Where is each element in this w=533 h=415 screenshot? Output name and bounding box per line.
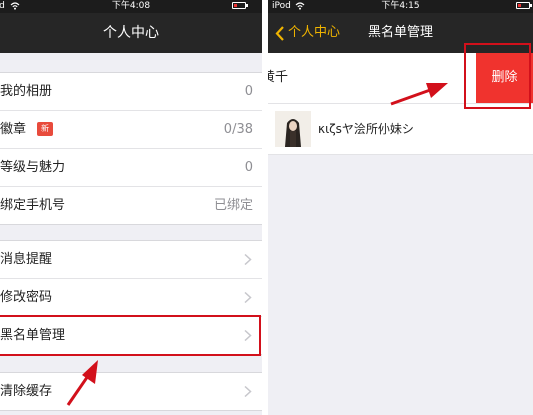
row-clear-cache[interactable]: 清除缓存 — [0, 373, 262, 410]
row-my-album[interactable]: 我的相册 0 — [0, 73, 262, 111]
row-level-charm[interactable]: 等级与魅力 0 — [0, 149, 262, 187]
row-bind-phone[interactable]: 绑定手机号 已绑定 — [0, 187, 262, 224]
profile-group: 我的相册 0 徽章 新 0/38 等级与魅力 0 绑定手机号 已绑定 — [0, 72, 262, 225]
row-label: 清除缓存 — [0, 384, 53, 399]
back-button[interactable]: 个人中心 — [288, 13, 340, 53]
chevron-right-icon — [244, 292, 252, 303]
row-label: 徽章 — [0, 122, 27, 137]
battery-icon — [232, 2, 248, 9]
personal-center-screen: iPod 下午4:08 个人中心 我的相册 0 徽章 新 0/38 等级与魅力 … — [0, 0, 262, 415]
red-arrow — [66, 360, 98, 406]
new-badge: 新 — [37, 122, 53, 136]
row-label: 修改密码 — [0, 290, 53, 305]
status-bar: iPod 下午4:15 — [268, 0, 533, 13]
nav-bar: 个人中心 — [0, 13, 262, 53]
user-name: κιζsヤ浍所仦妹シ — [318, 122, 414, 136]
red-arrow — [390, 83, 448, 106]
row-label: 消息提醒 — [0, 252, 53, 267]
row-label: 等级与魅力 — [0, 160, 66, 175]
row-value: 0 — [244, 160, 253, 175]
row-value: 0/38 — [223, 122, 253, 137]
page-title: 个人中心 — [103, 25, 159, 41]
row-value: 0 — [244, 84, 253, 99]
page-title: 黑名单管理 — [368, 25, 434, 40]
row-change-password[interactable]: 修改密码 — [0, 279, 262, 317]
back-chevron-icon[interactable] — [275, 26, 285, 41]
status-bar: iPod 下午4:08 — [0, 0, 262, 13]
user-name: 黄千 — [268, 70, 289, 85]
blacklist-item[interactable]: κιζsヤ浍所仦妹シ — [268, 104, 533, 155]
row-label: 绑定手机号 — [0, 198, 66, 213]
row-message-alerts[interactable]: 消息提醒 — [0, 241, 262, 279]
row-value: 已绑定 — [213, 198, 253, 213]
blacklist-screen: iPod 下午4:15 个人中心 黑名单管理 黄千 删除 κιζsヤ浍所仦妹シ — [268, 0, 533, 415]
row-label: 我的相册 — [0, 84, 53, 99]
cache-group: 清除缓存 — [0, 372, 262, 411]
row-badges[interactable]: 徽章 新 0/38 — [0, 111, 262, 149]
status-time: 下午4:08 — [111, 1, 151, 11]
chevron-right-icon — [244, 254, 252, 265]
status-time: 下午4:15 — [381, 1, 420, 11]
avatar — [275, 111, 311, 147]
highlight-box — [0, 315, 261, 356]
highlight-box — [464, 43, 531, 109]
battery-icon — [516, 2, 532, 9]
chevron-right-icon — [244, 386, 252, 397]
